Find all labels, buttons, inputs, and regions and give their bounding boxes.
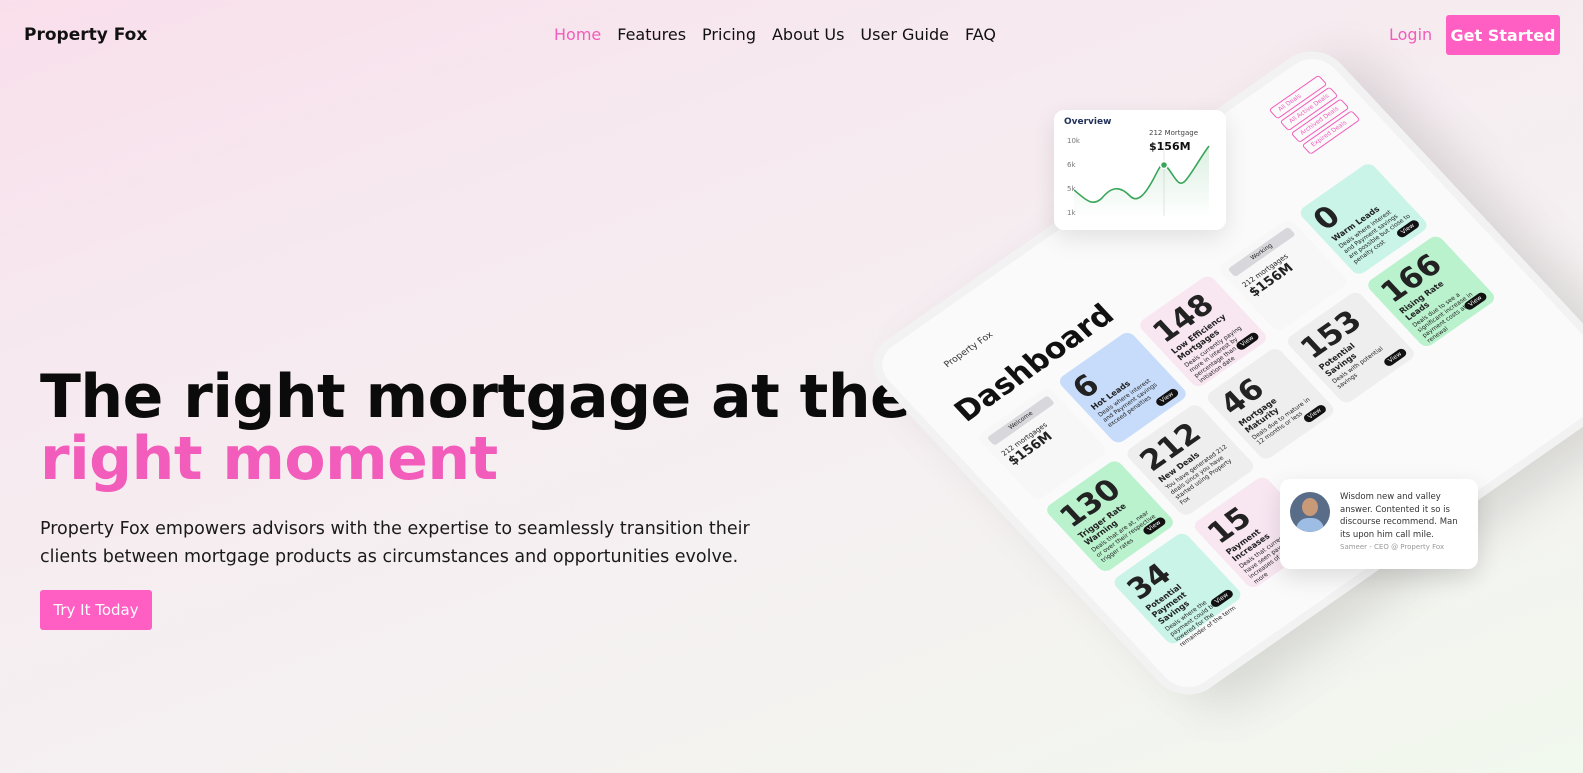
nav-about-us[interactable]: About Us	[772, 25, 844, 44]
top-navbar: Property Fox Home Features Pricing About…	[0, 0, 1583, 70]
mockup-side-links: All Deals All Active Deals Archived Deal…	[1268, 74, 1361, 155]
headline-line-1: The right mortgage at the	[40, 362, 911, 432]
testimonial-quote: Wisdom new and valley answer. Contented …	[1340, 492, 1458, 540]
nav-features[interactable]: Features	[617, 25, 686, 44]
mockup-brand: Property Fox	[942, 330, 996, 370]
mortgage-count-label: 212 Mortgage	[1149, 129, 1199, 137]
main-menu: Home Features Pricing About Us User Guid…	[554, 25, 996, 44]
try-it-today-button[interactable]: Try It Today	[40, 590, 152, 630]
avatar-body	[1296, 518, 1324, 532]
hero-subtext: Property Fox empowers advisors with the …	[40, 519, 750, 567]
nav-faq[interactable]: FAQ	[965, 25, 996, 44]
avatar-face	[1302, 498, 1318, 516]
chart-marker	[1159, 160, 1169, 170]
overview-title: Overview	[1064, 117, 1112, 127]
dashboard-mockup-image: Property Fox Dashboard All Deals All Act…	[858, 38, 1583, 748]
nav-home[interactable]: Home	[554, 25, 601, 44]
login-link[interactable]: Login	[1389, 25, 1432, 44]
nav-pricing[interactable]: Pricing	[702, 25, 756, 44]
overview-chart-card: Overview 10k 6k 5k 1k 212 Mortgage $156M	[1054, 110, 1226, 230]
get-started-button[interactable]: Get Started	[1446, 15, 1560, 55]
nav-user-guide[interactable]: User Guide	[860, 25, 949, 44]
hero-headline: The right mortgage at the right moment	[40, 362, 911, 494]
testimonial-author: Sameer - CEO @ Property Fox	[1340, 543, 1445, 551]
mockup-card-grid: Welcome 212 mortgages $156M 6 Hot Leads Deals…	[976, 161, 1565, 648]
avatar	[1290, 492, 1330, 532]
headline-line-2: right moment	[40, 424, 498, 494]
chart-area	[1074, 146, 1209, 218]
testimonial-card: Wisdom new and valley answer. Contented …	[1280, 479, 1478, 569]
overview-line-chart	[1074, 143, 1210, 218]
brand-logo[interactable]: Property Fox	[24, 25, 147, 45]
